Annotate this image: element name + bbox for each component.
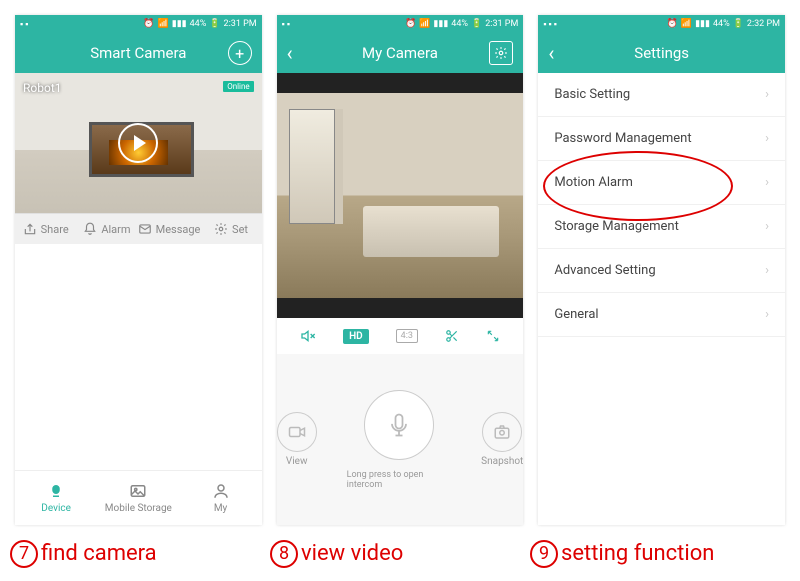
chevron-right-icon: › bbox=[765, 263, 769, 278]
phone-settings: ▪▪▪ ⏰📶▮▮▮44%🔋2:32 PM ‹ Settings Basic Se… bbox=[538, 15, 785, 525]
person-icon bbox=[211, 482, 231, 500]
battery-icon: 🔋 bbox=[209, 19, 220, 29]
video-controls: HD 4:3 bbox=[277, 318, 524, 354]
plus-icon: + bbox=[228, 41, 252, 65]
camera-preview[interactable]: Robot1 Online bbox=[15, 73, 262, 213]
aspect-ratio-button[interactable]: 4:3 bbox=[396, 329, 418, 343]
alarm-icon: ⏰ bbox=[405, 19, 416, 29]
setting-general[interactable]: General› bbox=[538, 293, 785, 337]
signal-icon: ▮▮▮ bbox=[695, 19, 710, 29]
caption-8: 8view video bbox=[270, 540, 530, 568]
gear-icon bbox=[489, 41, 513, 65]
header: ‹ My Camera bbox=[277, 33, 524, 73]
chevron-right-icon: › bbox=[765, 131, 769, 146]
settings-button[interactable] bbox=[489, 41, 513, 65]
online-badge: Online bbox=[223, 81, 253, 92]
fullscreen-button[interactable] bbox=[486, 329, 500, 343]
chevron-right-icon: › bbox=[765, 175, 769, 190]
battery-icon: 🔋 bbox=[733, 19, 744, 29]
intercom-button[interactable]: Long press to open intercom bbox=[347, 390, 452, 490]
camera-snap-icon bbox=[493, 423, 511, 441]
chevron-left-icon: ‹ bbox=[548, 41, 554, 65]
time-text: 2:31 PM bbox=[224, 19, 257, 29]
header-title: My Camera bbox=[362, 44, 438, 62]
time-text: 2:31 PM bbox=[485, 19, 518, 29]
setting-storage[interactable]: Storage Management› bbox=[538, 205, 785, 249]
live-video bbox=[277, 93, 524, 298]
setting-password[interactable]: Password Management› bbox=[538, 117, 785, 161]
caption-9: 9setting function bbox=[530, 540, 790, 568]
nav-my[interactable]: My bbox=[179, 471, 261, 525]
phone-find-camera: ▪▪ ⏰📶▮▮▮44%🔋2:31 PM Smart Camera + Robot… bbox=[15, 15, 262, 525]
play-button[interactable] bbox=[118, 123, 158, 163]
setting-motion-alarm[interactable]: Motion Alarm› bbox=[538, 161, 785, 205]
control-panel: View Long press to open intercom Snapsho… bbox=[277, 354, 524, 525]
camera-actions: Share Alarm Message Set bbox=[15, 213, 262, 244]
chevron-left-icon: ‹ bbox=[287, 41, 293, 65]
scissors-icon bbox=[445, 329, 459, 343]
battery-text: 44% bbox=[190, 19, 207, 29]
battery-icon: 🔋 bbox=[471, 19, 482, 29]
chevron-right-icon: › bbox=[765, 219, 769, 234]
add-camera-button[interactable]: + bbox=[228, 41, 252, 65]
signal-icon: ▮▮▮ bbox=[172, 19, 187, 29]
wifi-icon: 📶 bbox=[419, 19, 430, 29]
status-bar: ▪▪▪ ⏰📶▮▮▮44%🔋2:32 PM bbox=[538, 15, 785, 33]
chevron-right-icon: › bbox=[765, 307, 769, 322]
bottom-nav: Device Mobile Storage My bbox=[15, 470, 262, 525]
caption-7: 7find camera bbox=[10, 540, 270, 568]
video-area[interactable] bbox=[277, 73, 524, 318]
chevron-right-icon: › bbox=[765, 87, 769, 102]
message-icon bbox=[138, 222, 152, 236]
signal-icon: ▮▮▮ bbox=[433, 19, 448, 29]
wifi-icon: 📶 bbox=[158, 19, 169, 29]
expand-icon bbox=[486, 329, 500, 343]
back-button[interactable]: ‹ bbox=[548, 41, 554, 65]
header: ‹ Settings bbox=[538, 33, 785, 73]
status-bar: ▪▪ ⏰📶▮▮▮44%🔋2:31 PM bbox=[277, 15, 524, 33]
alarm-icon: ⏰ bbox=[667, 19, 678, 29]
hd-button[interactable]: HD bbox=[343, 329, 369, 344]
time-text: 2:32 PM bbox=[747, 19, 780, 29]
back-button[interactable]: ‹ bbox=[287, 41, 293, 65]
gear-icon bbox=[214, 222, 228, 236]
play-icon bbox=[134, 135, 146, 151]
phone-view-video: ▪▪ ⏰📶▮▮▮44%🔋2:31 PM ‹ My Camera HD 4:3 V… bbox=[277, 15, 524, 525]
crop-button[interactable] bbox=[445, 329, 459, 343]
nav-device[interactable]: Device bbox=[15, 471, 97, 525]
camera-card[interactable]: Robot1 Online Share Alarm Message Set bbox=[15, 73, 262, 244]
setting-basic[interactable]: Basic Setting› bbox=[538, 73, 785, 117]
battery-text: 44% bbox=[713, 19, 730, 29]
settings-list: Basic Setting› Password Management› Moti… bbox=[538, 73, 785, 525]
share-button[interactable]: Share bbox=[15, 214, 76, 244]
wifi-icon: 📶 bbox=[681, 19, 692, 29]
intercom-hint: Long press to open intercom bbox=[347, 470, 452, 490]
bell-icon bbox=[83, 222, 97, 236]
snapshot-button[interactable]: Snapshot bbox=[481, 412, 523, 467]
message-button[interactable]: Message bbox=[138, 214, 201, 244]
header-title: Smart Camera bbox=[90, 44, 186, 62]
set-button[interactable]: Set bbox=[200, 214, 261, 244]
image-icon bbox=[128, 482, 148, 500]
view-button[interactable]: View bbox=[277, 412, 317, 467]
status-bar: ▪▪ ⏰📶▮▮▮44%🔋2:31 PM bbox=[15, 15, 262, 33]
camera-icon bbox=[46, 482, 66, 500]
alarm-icon: ⏰ bbox=[143, 19, 154, 29]
camera-name: Robot1 bbox=[23, 81, 62, 95]
speaker-mute-icon bbox=[300, 328, 316, 344]
header: Smart Camera + bbox=[15, 33, 262, 73]
share-icon bbox=[23, 222, 37, 236]
nav-storage[interactable]: Mobile Storage bbox=[97, 471, 179, 525]
header-title: Settings bbox=[634, 44, 689, 62]
video-icon bbox=[288, 423, 306, 441]
captions: 7find camera 8view video 9setting functi… bbox=[0, 526, 800, 581]
mic-icon bbox=[385, 411, 413, 439]
mute-button[interactable] bbox=[300, 328, 316, 344]
setting-advanced[interactable]: Advanced Setting› bbox=[538, 249, 785, 293]
alarm-button[interactable]: Alarm bbox=[76, 214, 137, 244]
battery-text: 44% bbox=[451, 19, 468, 29]
